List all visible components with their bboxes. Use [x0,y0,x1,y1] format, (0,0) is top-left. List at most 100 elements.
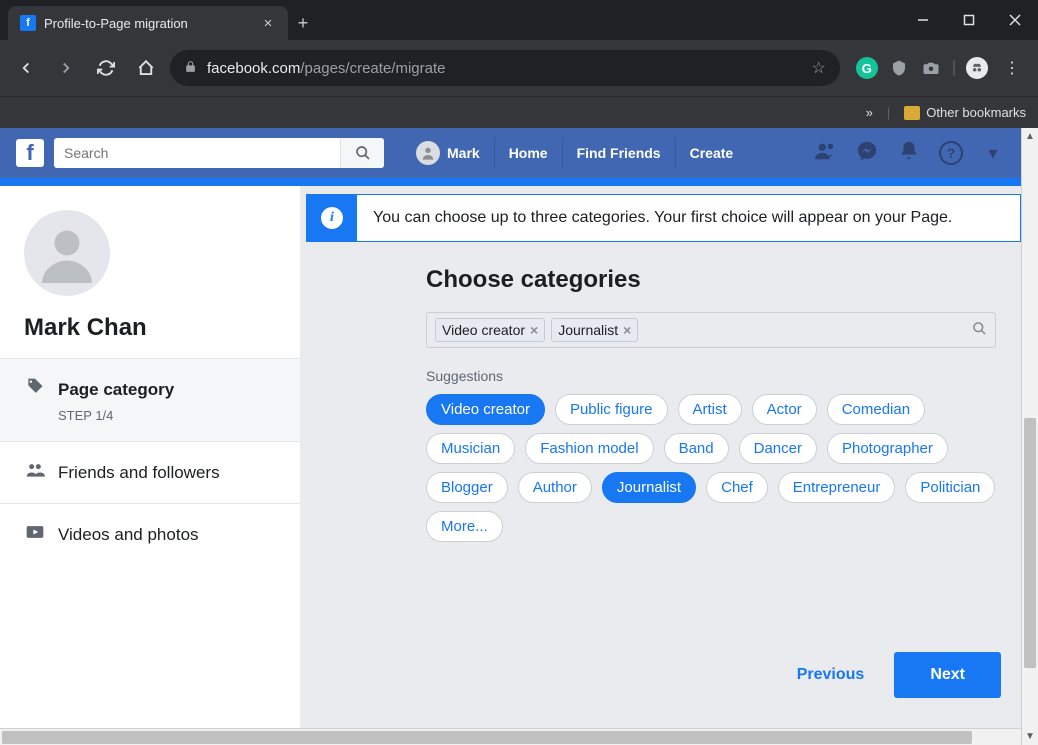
lock-icon [184,60,197,76]
avatar [24,210,110,296]
footer-buttons: Previous Next [306,622,1021,698]
categories-input[interactable]: Video creator× Journalist× [426,312,996,348]
address-bar[interactable]: facebook.com/pages/create/migrate ☆ [170,50,840,86]
search-icon[interactable] [972,321,987,340]
info-text: You can choose up to three categories. Y… [357,195,968,241]
scroll-down-icon[interactable]: ▼ [1022,728,1038,745]
scrollbar-thumb[interactable] [2,731,972,744]
tag-icon [24,377,46,402]
bookmarks-bar: » | Other bookmarks [0,96,1038,128]
suggestion-pills: Video creator Public figure Artist Actor Com… [426,394,996,542]
suggestion-pill[interactable]: Author [518,472,592,503]
tab-close-icon[interactable]: × [260,15,276,31]
facebook-header: f Mark Home Find Friends Create ? ▾ [0,128,1021,178]
suggestion-pill[interactable]: Band [664,433,729,464]
remove-chip-icon[interactable]: × [623,322,631,338]
nav-profile[interactable]: Mark [402,138,494,168]
remove-chip-icon[interactable]: × [530,322,538,338]
home-button[interactable] [130,52,162,84]
star-icon[interactable]: ☆ [812,58,826,78]
browser-tab[interactable]: f Profile-to-Page migration × [8,6,288,40]
step-videos-photos[interactable]: Videos and photos [0,503,300,565]
camera-icon[interactable] [920,57,942,79]
url-text: facebook.com/pages/create/migrate [207,60,445,77]
browser-menu-button[interactable]: ⋮ [996,58,1028,78]
suggestion-pill[interactable]: More... [426,511,503,542]
bookmarks-overflow[interactable]: » [866,105,873,120]
username: Mark Chan [24,314,276,342]
tab-favicon: f [20,15,36,31]
suggestion-pill[interactable]: Musician [426,433,515,464]
messenger-icon[interactable] [855,140,879,167]
facebook-header-icons: ? ▾ [813,140,1005,167]
suggestion-pill[interactable]: Video creator [426,394,545,425]
notifications-icon[interactable] [897,140,921,167]
grammarly-icon[interactable]: G [856,57,878,79]
suggestion-pill[interactable]: Entrepreneur [778,472,896,503]
info-icon: i [321,207,343,229]
vertical-scrollbar[interactable]: ▲ ▼ [1021,128,1038,745]
step-page-category[interactable]: Page category STEP 1/4 [0,358,300,441]
titlebar: f Profile-to-Page migration × + [0,0,1038,40]
video-icon [24,522,46,547]
suggestion-pill[interactable]: Public figure [555,394,668,425]
scrollbar-thumb[interactable] [1024,418,1036,668]
categories-panel: Choose categories Video creator× Journal… [306,242,996,542]
suggestion-pill[interactable]: Journalist [602,472,696,503]
profile-block: Mark Chan [0,186,300,358]
maximize-button[interactable] [946,0,992,40]
nav-find-friends[interactable]: Find Friends [562,138,675,168]
facebook-logo[interactable]: f [16,139,44,167]
page-area: i You can choose up to three categories.… [300,186,1021,728]
account-menu-icon[interactable]: ▾ [981,143,1005,164]
page-content: f Mark Home Find Friends Create ? ▾ [0,128,1021,745]
nav-home[interactable]: Home [494,138,562,168]
suggestion-pill[interactable]: Photographer [827,433,948,464]
incognito-icon[interactable] [966,57,988,79]
search-button[interactable] [340,138,384,168]
scroll-up-icon[interactable]: ▲ [1022,128,1038,145]
back-button[interactable] [10,52,42,84]
new-tab-button[interactable]: + [288,6,318,40]
facebook-search [54,138,384,168]
browser-toolbar: facebook.com/pages/create/migrate ☆ G | … [0,40,1038,96]
info-banner: i You can choose up to three categories.… [306,194,1021,242]
minimize-button[interactable] [900,0,946,40]
suggestion-pill[interactable]: Blogger [426,472,508,503]
categories-heading: Choose categories [426,266,996,294]
category-chip: Journalist× [551,318,638,342]
folder-icon [904,106,920,120]
suggestions-label: Suggestions [426,368,996,384]
other-bookmarks-button[interactable]: Other bookmarks [904,105,1026,120]
category-chip: Video creator× [435,318,545,342]
nav-create[interactable]: Create [675,138,748,168]
shield-icon[interactable] [888,57,910,79]
suggestion-pill[interactable]: Actor [752,394,817,425]
reload-button[interactable] [90,52,122,84]
suggestion-pill[interactable]: Comedian [827,394,925,425]
forward-button[interactable] [50,52,82,84]
browser-chrome: f Profile-to-Page migration × + facebook… [0,0,1038,128]
info-icon-box: i [307,195,357,241]
suggestion-pill[interactable]: Chef [706,472,768,503]
step-label: Videos and photos [58,525,199,545]
sidebar: Mark Chan Page category STEP 1/4 Friends… [0,186,300,728]
step-sub: STEP 1/4 [58,408,276,423]
close-button[interactable] [992,0,1038,40]
friend-requests-icon[interactable] [813,140,837,167]
step-friends-followers[interactable]: Friends and followers [0,441,300,503]
previous-button[interactable]: Previous [787,654,875,696]
extension-icons: G | [856,57,988,79]
avatar-small [416,141,440,165]
main-layout: Mark Chan Page category STEP 1/4 Friends… [0,186,1021,728]
suggestion-pill[interactable]: Artist [678,394,742,425]
suggestion-pill[interactable]: Dancer [739,433,817,464]
horizontal-scrollbar[interactable] [0,728,1021,745]
window-controls [900,0,1038,40]
people-icon [24,460,46,485]
help-icon[interactable]: ? [939,141,963,165]
search-input[interactable] [54,145,340,161]
next-button[interactable]: Next [894,652,1001,698]
suggestion-pill[interactable]: Politician [905,472,995,503]
suggestion-pill[interactable]: Fashion model [525,433,653,464]
